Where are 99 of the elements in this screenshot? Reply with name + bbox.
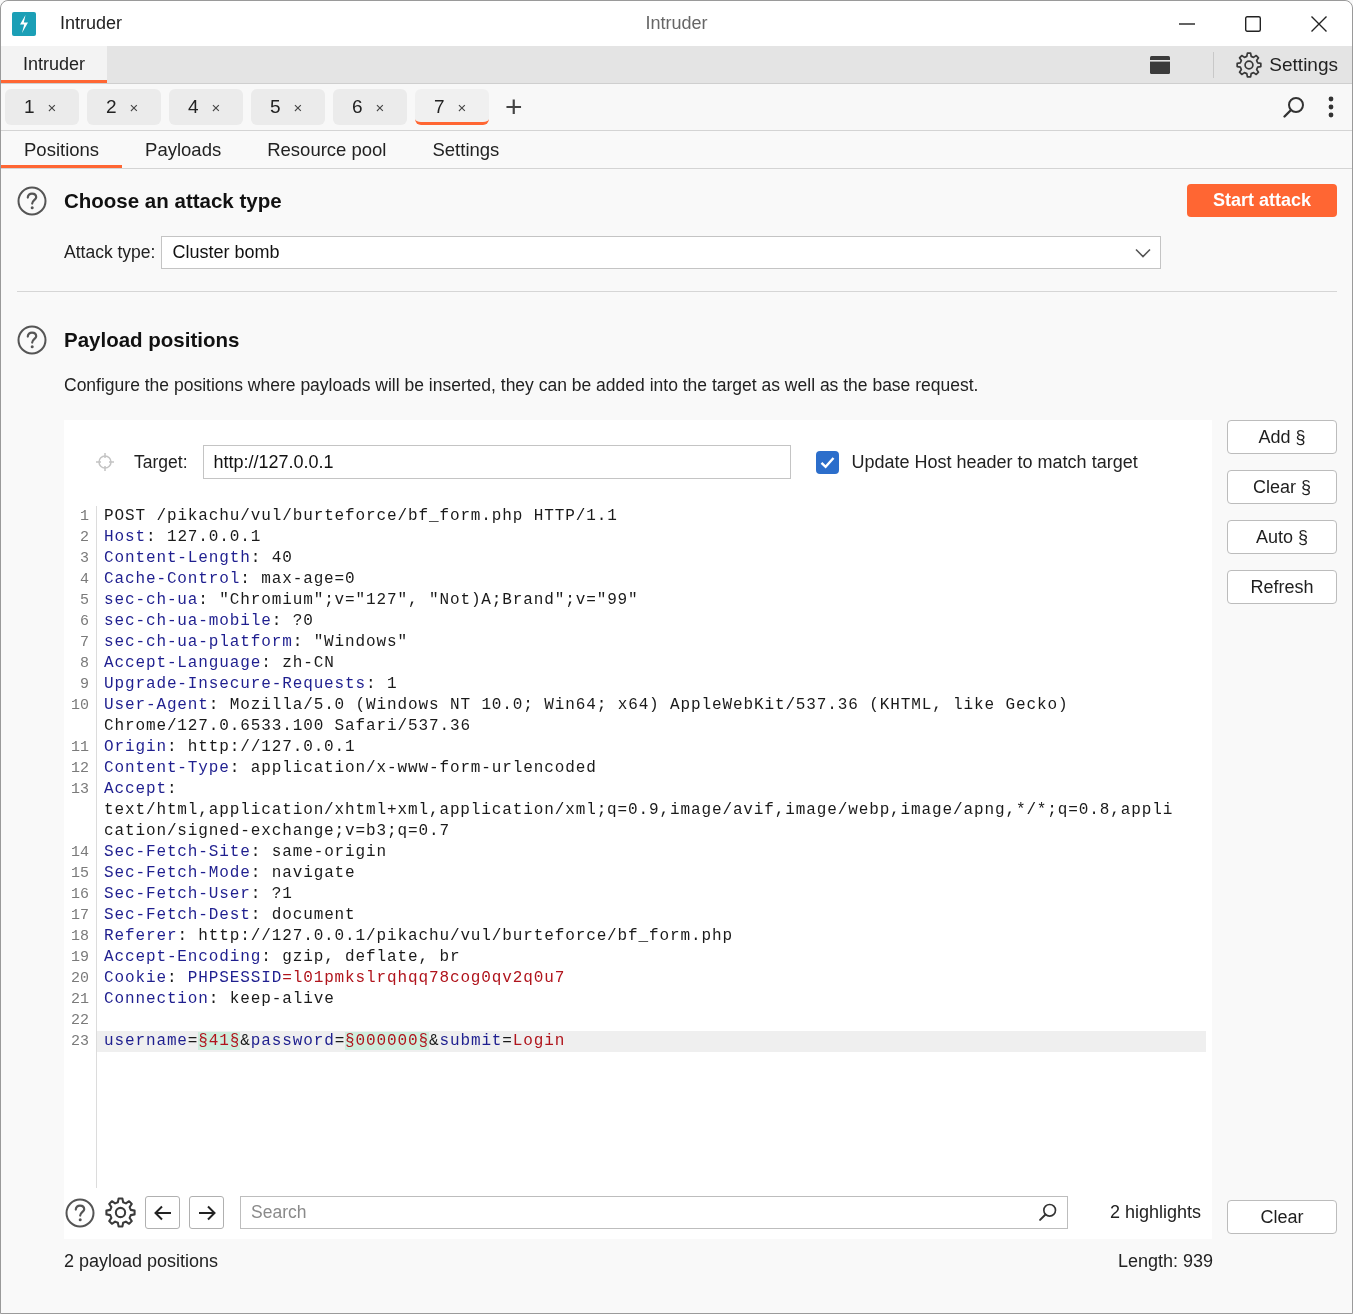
sub-tab[interactable]: Positions xyxy=(1,131,123,168)
code-line: Sec-Fetch-User: ?1 xyxy=(103,884,294,905)
crosshair-icon xyxy=(96,453,114,471)
line-number: 18 xyxy=(64,926,97,947)
maximize-icon xyxy=(1245,15,1261,32)
code-line: sec-ch-ua-platform: "Windows" xyxy=(103,632,409,653)
sub-tab[interactable]: Resource pool xyxy=(244,131,410,168)
close-tab-button[interactable]: × xyxy=(457,98,467,116)
request-tab[interactable]: 2 × xyxy=(87,89,161,125)
line-number: 16 xyxy=(64,884,97,905)
line-number: 1 xyxy=(64,506,97,527)
main-tab[interactable]: Intruder xyxy=(1,46,108,83)
close-tab-button[interactable]: × xyxy=(129,98,139,116)
line-number: 11 xyxy=(64,737,97,758)
settings-button[interactable]: Settings xyxy=(1236,51,1338,78)
app-title: Intruder xyxy=(60,13,123,34)
minimize-icon xyxy=(1179,22,1195,25)
request-tab[interactable]: 6 × xyxy=(333,89,407,125)
back-button[interactable] xyxy=(145,1196,180,1229)
help-icon[interactable] xyxy=(17,324,47,355)
code-line: Referer: http://127.0.0.1/pikachu/vul/burteforce/bf_form.php xyxy=(103,926,734,947)
code-line: Cache-Control: max-age=0 xyxy=(103,569,357,590)
section-description: Configure the positions where payloads will be inserted, they can be added into the target as well as the base request. xyxy=(64,374,980,396)
target-field[interactable]: http://127.0.0.1 xyxy=(202,445,791,479)
help-icon[interactable] xyxy=(17,185,47,216)
window-title: Intruder xyxy=(645,13,708,34)
line-number: 14 xyxy=(64,842,97,863)
add-marker-button[interactable]: Add § xyxy=(1227,420,1337,454)
code-line: sec-ch-ua: "Chromium";v="127", "Not)A;Brand";v="99" xyxy=(103,590,640,611)
request-length: Length: 939 xyxy=(1117,1251,1213,1272)
close-tab-button[interactable]: × xyxy=(293,98,303,116)
code-line: Host: 127.0.0.1 xyxy=(103,527,263,548)
section-title: Choose an attack type xyxy=(64,188,282,213)
arrow-left-icon xyxy=(153,1204,172,1221)
clear-markers-button[interactable]: Clear § xyxy=(1227,470,1337,504)
target-label: Target: xyxy=(134,451,188,473)
more-icon[interactable] xyxy=(1328,96,1334,118)
code-line: Connection: keep-alive xyxy=(103,989,336,1010)
code-line: Sec-Fetch-Mode: navigate xyxy=(103,863,357,884)
code-line: POST /pikachu/vul/burteforce/bf_form.php HTTP/1.1 xyxy=(103,506,619,527)
close-icon xyxy=(1311,15,1327,32)
close-tab-button[interactable]: × xyxy=(375,98,385,116)
code-line: Content-Type: application/x-www-form-urlencoded xyxy=(103,758,598,779)
line-number: 8 xyxy=(64,653,97,674)
line-number: 2 xyxy=(64,527,97,548)
checkbox[interactable] xyxy=(815,450,839,474)
clear-button[interactable]: Clear xyxy=(1227,1200,1337,1234)
attack-type-label: Attack type: xyxy=(64,242,156,263)
line-number: 22 xyxy=(64,1010,97,1031)
forward-button[interactable] xyxy=(189,1196,224,1229)
payload-count: 2 payload positions xyxy=(64,1251,219,1272)
line-number: 21 xyxy=(64,989,97,1010)
request-tab[interactable]: 4 × xyxy=(169,89,243,125)
line-number: 19 xyxy=(64,947,97,968)
code-line: Sec-Fetch-Dest: document xyxy=(103,905,357,926)
sub-tab[interactable]: Payloads xyxy=(122,131,245,168)
request-tab[interactable]: 5 × xyxy=(251,89,325,125)
chevron-down-icon xyxy=(1135,247,1152,258)
search-icon[interactable] xyxy=(1282,95,1306,119)
auto-marker-button[interactable]: Auto § xyxy=(1227,520,1337,554)
line-number: 3 xyxy=(64,548,97,569)
line-number: 20 xyxy=(64,968,97,989)
highlight-count: 2 highlights xyxy=(1109,1202,1201,1223)
code-line: Cookie: PHPSESSID=l01pmkslrqhqq78cog0qv2q0u7 xyxy=(103,968,567,989)
settings-icon[interactable] xyxy=(105,1197,136,1228)
lightning-icon xyxy=(12,11,36,36)
help-icon[interactable] xyxy=(65,1197,95,1228)
checkbox-label: Update Host header to match target xyxy=(851,451,1138,473)
request-tab[interactable]: 7 × xyxy=(415,89,489,125)
line-number: 12 xyxy=(64,758,97,779)
close-tab-button[interactable]: × xyxy=(47,98,57,116)
search-icon[interactable] xyxy=(1038,1202,1058,1222)
line-number: 5 xyxy=(64,590,97,611)
code-line: Content-Length: 40 xyxy=(103,548,294,569)
line-number: 4 xyxy=(64,569,97,590)
new-tab-button[interactable]: + xyxy=(505,92,523,122)
panel-layout-icon[interactable] xyxy=(1150,55,1171,74)
line-number: 7 xyxy=(64,632,97,653)
settings-icon xyxy=(1236,51,1263,78)
code-line: Accept-Encoding: gzip, deflate, br xyxy=(103,947,462,968)
sub-tab[interactable]: Settings xyxy=(409,131,523,168)
line-number: 13 xyxy=(64,779,97,842)
code-line: Origin: http://127.0.0.1 xyxy=(103,737,357,758)
code-line: Accept-Language: zh-CN xyxy=(103,653,336,674)
arrow-right-icon xyxy=(197,1204,216,1221)
line-number: 9 xyxy=(64,674,97,695)
section-title: Payload positions xyxy=(64,327,240,352)
line-number: 6 xyxy=(64,611,97,632)
request-tab[interactable]: 1 × xyxy=(5,89,79,125)
close-tab-button[interactable]: × xyxy=(211,98,221,116)
refresh-button[interactable]: Refresh xyxy=(1227,570,1337,604)
attack-type-dropdown[interactable]: Cluster bomb xyxy=(161,236,1162,269)
code-line: Upgrade-Insecure-Requests: 1 xyxy=(103,674,399,695)
line-number: 15 xyxy=(64,863,97,884)
search-field[interactable]: Search xyxy=(240,1196,1068,1229)
line-number: 17 xyxy=(64,905,97,926)
code-line: sec-ch-ua-mobile: ?0 xyxy=(103,611,315,632)
line-number: 10 xyxy=(64,695,97,737)
code-line: Sec-Fetch-Site: same-origin xyxy=(103,842,389,863)
